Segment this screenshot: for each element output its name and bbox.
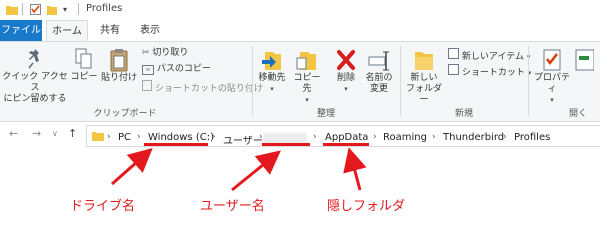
drive-arrow <box>111 148 153 186</box>
drive-name-annotation: ドライブ名 <box>70 199 136 214</box>
hidden-folder-arrow <box>343 147 367 191</box>
username-arrow <box>231 150 281 192</box>
hidden-folder-annotation: 隠しフォルダ <box>327 199 406 214</box>
user-name-annotation: ユーザー名 <box>200 199 265 214</box>
